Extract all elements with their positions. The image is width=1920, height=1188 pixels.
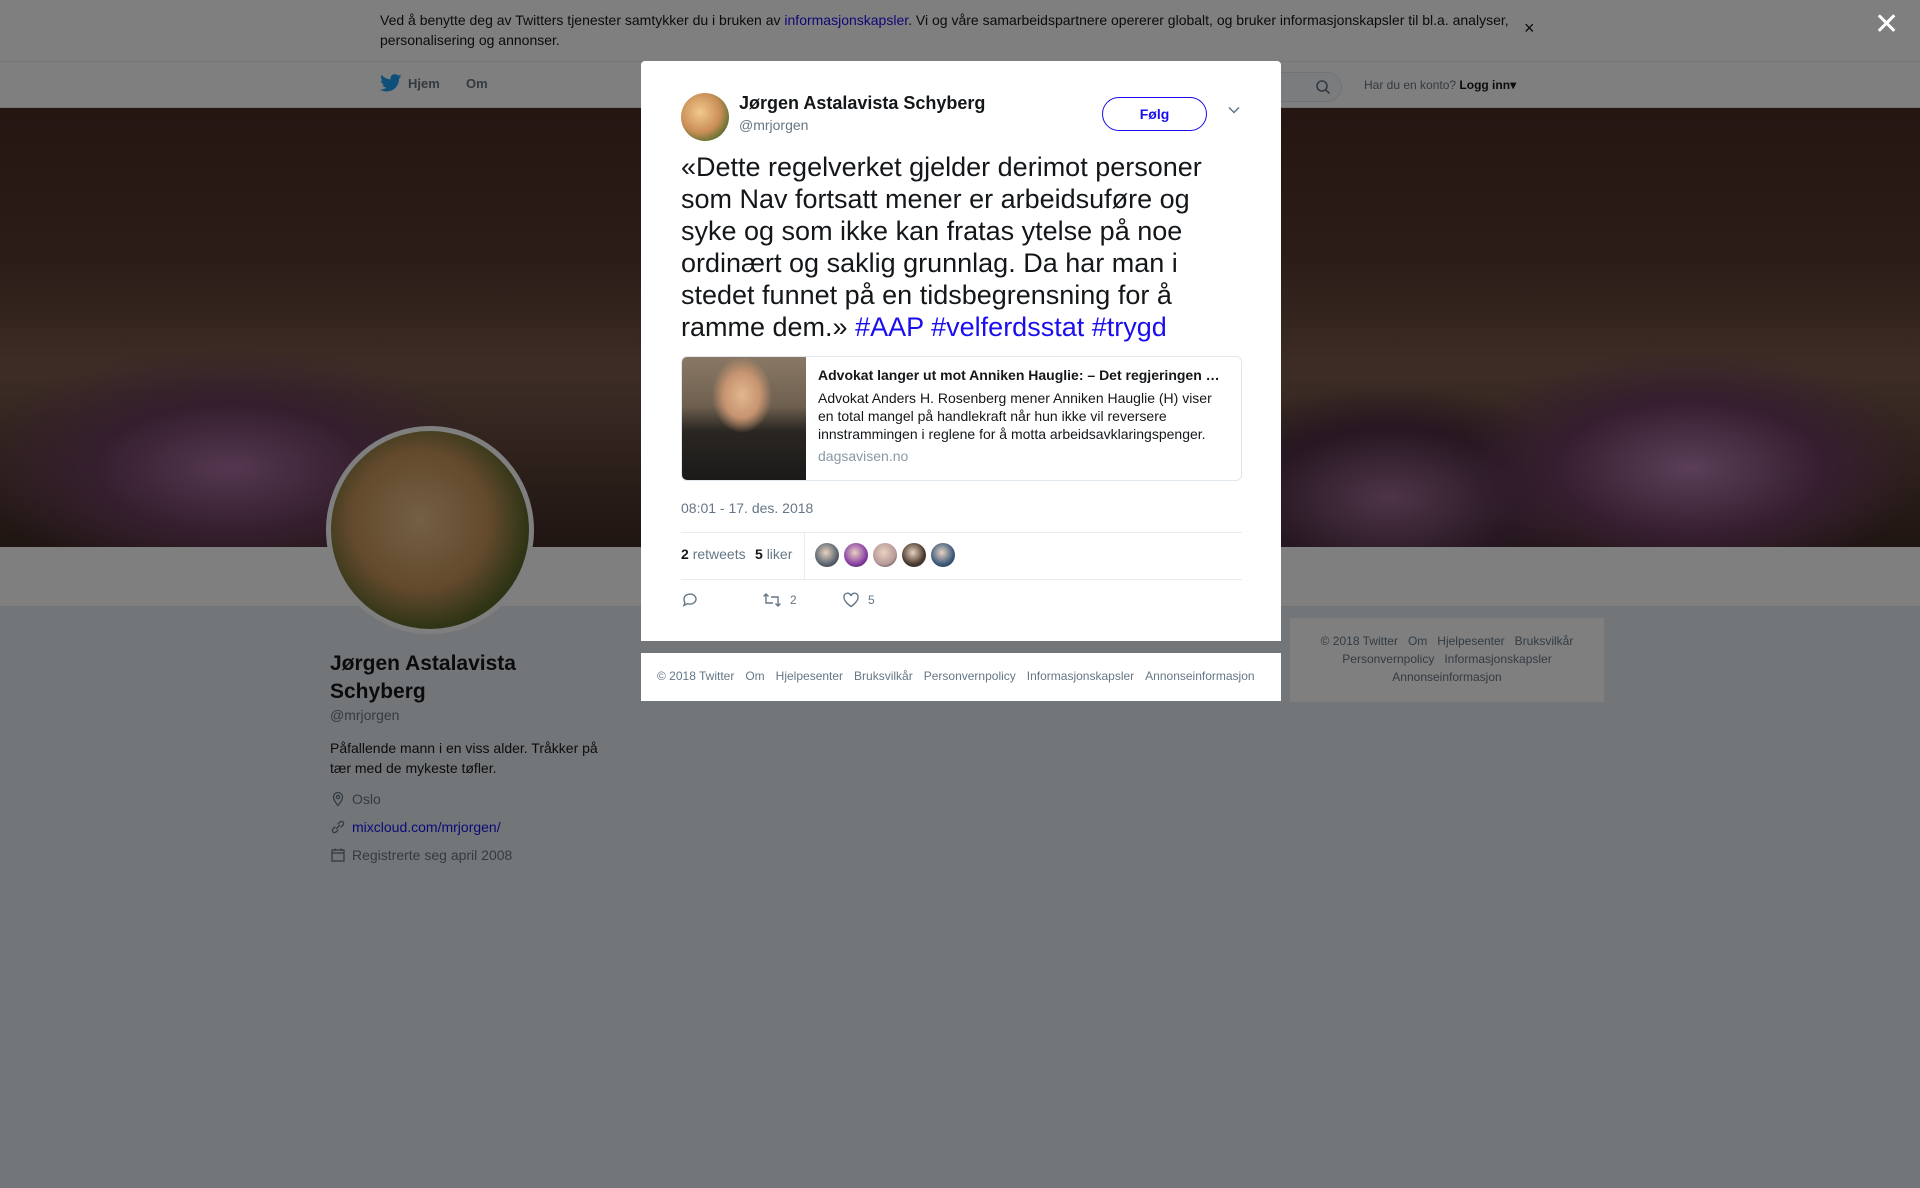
footer-link-about[interactable]: Om [745, 669, 764, 683]
liker-avatar[interactable] [902, 543, 926, 567]
chevron-down-icon[interactable] [1227, 105, 1241, 115]
link-preview-domain: dagsavisen.no [818, 448, 909, 464]
footer-link-terms[interactable]: Bruksvilkår [854, 669, 913, 683]
retweet-count: 2 [790, 593, 797, 607]
follow-button[interactable]: Følg [1102, 97, 1207, 131]
likes-stat[interactable]: 5 liker [755, 546, 792, 562]
retweets-label: retweets [692, 546, 746, 562]
likes-label: liker [766, 546, 793, 562]
tweet-modal: Jørgen Astalavista Schyberg @mrjorgen Fø… [641, 61, 1281, 641]
reply-button[interactable] [681, 591, 699, 609]
tweet-author-handle[interactable]: @mrjorgen [739, 117, 808, 133]
footer-link-copyright: © 2018 Twitter [657, 669, 735, 683]
modal-footer: © 2018 Twitter Om Hjelpesenter Bruksvilkår P… [641, 653, 1281, 701]
likes-count: 5 [755, 546, 763, 562]
hashtag-link[interactable]: #trygd [1092, 312, 1167, 342]
footer-link-privacy[interactable]: Personvernpolicy [924, 669, 1016, 683]
tweet-timestamp[interactable]: 08:01 - 17. des. 2018 [681, 500, 813, 516]
retweets-count: 2 [681, 546, 689, 562]
like-count: 5 [868, 593, 875, 607]
tweet-actions: 2 5 [681, 591, 1242, 621]
tweet-author-name[interactable]: Jørgen Astalavista Schyberg [739, 93, 985, 114]
hashtag-link[interactable]: #velferdsstat [931, 312, 1084, 342]
retweets-stat[interactable]: 2 retweets [681, 546, 746, 562]
footer-link-help[interactable]: Hjelpesenter [776, 669, 843, 683]
liker-avatars [815, 543, 955, 567]
liker-avatar[interactable] [815, 543, 839, 567]
footer-link-cookies[interactable]: Informasjonskapsler [1027, 669, 1134, 683]
close-icon[interactable]: ✕ [1874, 10, 1899, 40]
tweet-text: «Dette regelverket gjelder derimot perso… [681, 151, 1241, 343]
retweet-icon [763, 593, 781, 607]
footer-link-ads[interactable]: Annonseinformasjon [1145, 669, 1254, 683]
retweet-button[interactable]: 2 [762, 591, 797, 609]
liker-avatar[interactable] [873, 543, 897, 567]
link-preview-title: Advokat langer ut mot Anniken Hauglie: –… [818, 367, 1228, 383]
link-preview-image [682, 357, 806, 480]
hashtag-link[interactable]: #AAP [855, 312, 924, 342]
liker-avatar[interactable] [931, 543, 955, 567]
tweet-stats: 2 retweets 5 liker [681, 532, 1242, 580]
like-button[interactable]: 5 [842, 591, 875, 609]
tweet-author-avatar[interactable] [681, 93, 729, 141]
heart-icon [843, 592, 859, 608]
reply-icon [682, 593, 697, 607]
link-preview-card[interactable]: Advokat langer ut mot Anniken Hauglie: –… [681, 356, 1242, 481]
link-preview-description: Advokat Anders H. Rosenberg mener Annike… [818, 390, 1212, 442]
stats-divider [804, 533, 805, 579]
liker-avatar[interactable] [844, 543, 868, 567]
